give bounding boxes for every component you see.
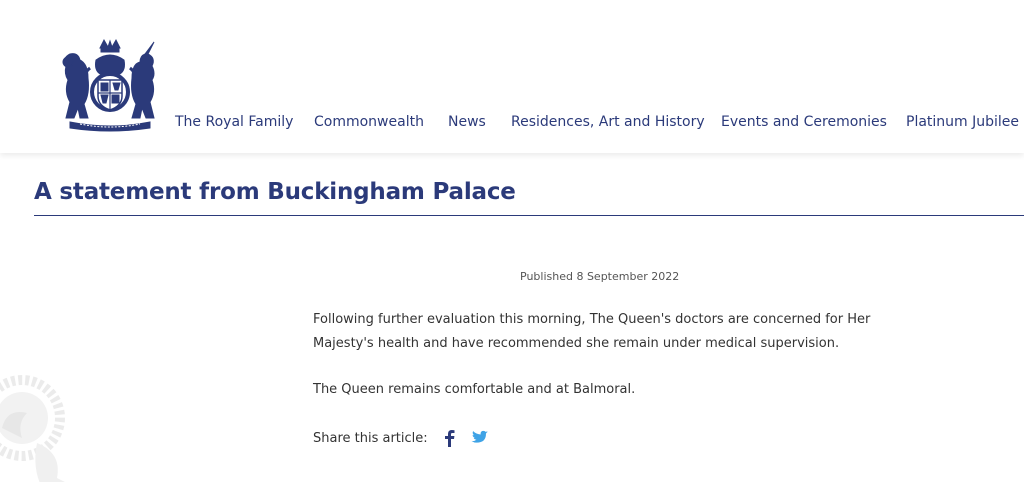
nav-item-residences-art-history[interactable]: Residences, Art and History [511,114,705,130]
crest-watermark-icon [0,375,65,482]
published-date: Published 8 September 2022 [520,270,680,283]
article-paragraph: Following further evaluation this mornin… [313,312,871,351]
main-navigation: The Royal Family Commonwealth News Resid… [0,114,1024,136]
nav-item-platinum-jubilee[interactable]: Platinum Jubilee [906,114,1019,130]
nav-item-news[interactable]: News [448,114,486,130]
share-label: Share this article: [313,430,428,446]
article-paragraph: The Queen remains comfortable and at Bal… [313,382,636,397]
twitter-icon[interactable] [470,430,488,446]
page-title: A statement from Buckingham Palace [34,179,516,205]
nav-item-the-royal-family[interactable]: The Royal Family [175,114,293,130]
facebook-icon[interactable] [442,429,456,447]
title-bar: A statement from Buckingham Palace [34,176,1024,216]
site-header: The Royal Family Commonwealth News Resid… [0,0,1024,153]
nav-item-events-ceremonies[interactable]: Events and Ceremonies [721,114,887,130]
nav-item-commonwealth[interactable]: Commonwealth [314,114,424,130]
share-bar: Share this article: [313,426,488,450]
